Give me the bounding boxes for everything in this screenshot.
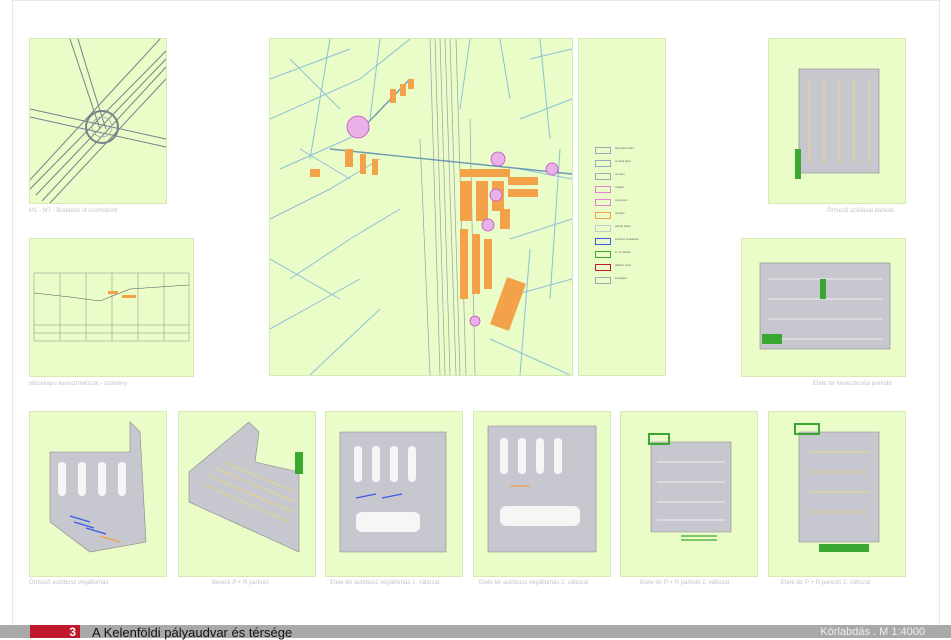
bottom-panel-3: [325, 411, 463, 577]
section-caption: városkapu keresztmetszet - szelvény: [29, 381, 128, 387]
bottom-panel-6: [768, 411, 906, 577]
legend-label: csomópont: [615, 199, 628, 202]
legend-label: új épület: [615, 212, 625, 215]
bottom-caption-6: Etele tér P + R parkoló 2. változat: [781, 580, 871, 586]
legend-label: új autóút: [615, 173, 625, 176]
legend-symbol: [595, 225, 611, 232]
legend-symbol: [595, 160, 611, 167]
bottom-caption-5: Etele tér P + R parkoló 1. változat: [640, 580, 730, 586]
bottom-caption-3: Etele tér autóbusz végállomás 1. változa…: [330, 580, 440, 586]
parking-top-right-caption: Őrmező szállásai parkoló: [827, 208, 895, 214]
parking-top-right-panel: [768, 38, 906, 204]
junction-caption: M1 - M7 - Budaörsi út csomópont: [29, 208, 118, 214]
bottom-caption-4: Etele tér autóbusz végállomás 2. változa…: [479, 580, 589, 586]
bottom-panel-1: [29, 411, 167, 577]
legend-symbol: [595, 147, 611, 154]
legend-label: új vasúti pálya: [615, 160, 631, 163]
section-drawing: [33, 272, 190, 342]
sheet-number: 3: [30, 625, 80, 639]
legend-symbol: [595, 186, 611, 193]
junction-drawing: [30, 39, 166, 203]
legend-label: megálló: [615, 186, 624, 189]
legend-label: fejlesztési terület: [615, 147, 634, 150]
bottom-caption-1: Őrmező autóbusz végállomás: [29, 580, 109, 586]
parking-mid-right-drawing: [759, 262, 891, 350]
legend-symbol: [595, 199, 611, 206]
title-bar: 3 A Kelenföldi pályaudvar és térsége Kör…: [0, 625, 951, 640]
parking-mid-right-caption: Etele tér keresztezési parkoló: [813, 381, 892, 387]
legend-label: parkoló felület: [615, 225, 631, 228]
legend-label: autóbusz végállomás: [615, 238, 639, 241]
legend-symbol: [595, 173, 611, 180]
parking-mid-right-panel: [741, 238, 906, 377]
legend-label: villamos vonal: [615, 264, 631, 267]
master-plan-map: [269, 38, 573, 376]
section-panel: [29, 238, 194, 377]
junction-panel: [29, 38, 167, 204]
legend-panel: fejlesztési terület új vasúti pálya új aut…: [578, 38, 666, 376]
legend-symbol: [595, 238, 611, 245]
bottom-caption-2: Bereck P + R parkoló: [212, 580, 269, 586]
legend-label: P + R parkoló: [615, 251, 631, 254]
parking-top-right-drawing: [795, 68, 880, 179]
legend-label: kerékpárút: [615, 277, 627, 280]
map-drawing: [270, 39, 572, 375]
bottom-panel-4: [473, 411, 611, 577]
legend-symbol: [595, 277, 611, 284]
legend-symbol: [595, 212, 611, 219]
bottom-panel-2: [178, 411, 316, 577]
legend-symbol: [595, 264, 611, 271]
legend-symbol: [595, 251, 611, 258]
bottom-panel-5: [620, 411, 758, 577]
